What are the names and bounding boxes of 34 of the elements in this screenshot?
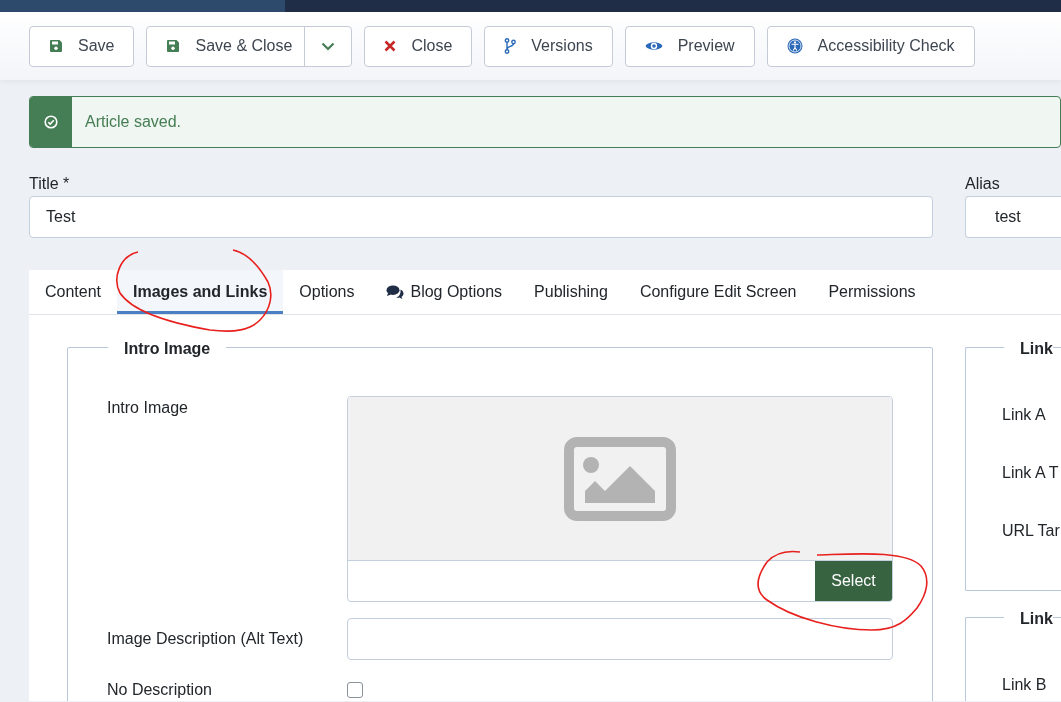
tab[interactable]: Blog Options xyxy=(370,270,519,314)
branch-icon xyxy=(504,38,517,54)
field-label: Intro Image xyxy=(107,398,189,418)
check-circle-icon xyxy=(44,115,58,129)
alias-label: Alias xyxy=(965,174,1001,191)
field-label: No Description xyxy=(107,680,213,700)
select-button[interactable]: Select xyxy=(815,561,892,601)
field-label: Link A T xyxy=(1002,463,1060,480)
preview-button[interactable]: Preview xyxy=(624,25,755,67)
tab[interactable]: Permissions xyxy=(812,270,932,314)
tab[interactable]: Configure Edit Screen xyxy=(623,270,813,314)
title-label: Title * xyxy=(29,174,71,191)
close-icon xyxy=(384,40,397,52)
save-button[interactable]: Save xyxy=(29,25,135,67)
eye-icon xyxy=(644,40,663,52)
close-button[interactable]: Close xyxy=(364,25,473,67)
accessibility-check-button[interactable]: Accessibility Check xyxy=(766,25,975,67)
checkbox[interactable] xyxy=(347,682,363,698)
field-label: URL Tar xyxy=(1002,521,1061,538)
title-field[interactable]: Test xyxy=(29,196,933,238)
image-placeholder-icon xyxy=(564,436,676,521)
tab[interactable]: Options xyxy=(283,270,371,314)
alias-field[interactable]: test xyxy=(965,196,1061,238)
field-label: Link A xyxy=(1002,405,1047,422)
tab[interactable]: Publishing xyxy=(518,270,624,314)
field-label: Link B xyxy=(1002,675,1048,692)
chevron-down-icon xyxy=(321,41,336,51)
versions-button[interactable]: Versions xyxy=(484,25,613,67)
field-label: Image Description (Alt Text) xyxy=(107,629,305,649)
alt-text-field[interactable] xyxy=(347,618,893,660)
alert-message: Article saved. xyxy=(84,112,182,132)
accessibility-icon xyxy=(786,38,803,54)
tab[interactable]: Images and Links xyxy=(117,270,284,314)
tab[interactable]: Content xyxy=(29,270,118,314)
